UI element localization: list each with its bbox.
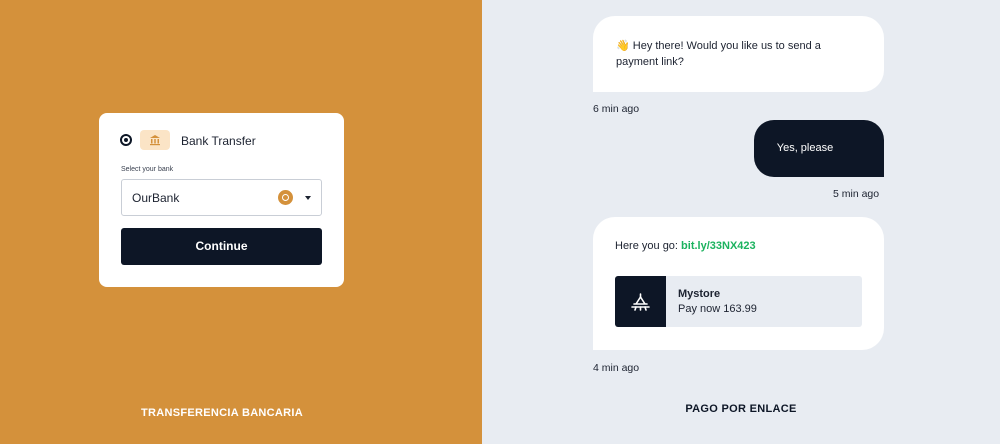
payment-preview-card[interactable]: Mystore Pay now 163.99 (615, 276, 862, 327)
store-logo-icon (615, 276, 666, 327)
outgoing-message: Yes, please (754, 120, 884, 177)
message-prefix: Here you go: (615, 240, 682, 252)
payment-option-label: Bank Transfer (181, 134, 256, 148)
bank-select-value: OurBank (132, 191, 180, 205)
message-timestamp: 5 min ago (833, 188, 880, 200)
payment-method-card: Bank Transfer Select your bank OurBank C… (99, 113, 344, 287)
bank-select[interactable]: OurBank (121, 179, 322, 216)
pay-now-amount: Pay now 163.99 (678, 303, 757, 315)
bank-transfer-panel: Bank Transfer Select your bank OurBank C… (0, 0, 482, 444)
message-timestamp: 6 min ago (593, 103, 640, 115)
incoming-message: 👋 Hey there! Would you like us to send a… (593, 16, 884, 92)
select-bank-label: Select your bank (121, 166, 174, 173)
message-timestamp: 4 min ago (593, 362, 640, 374)
payment-link[interactable]: bit.ly/33NX423 (681, 240, 756, 252)
payment-link-panel: 👋 Hey there! Would you like us to send a… (482, 0, 1000, 444)
message-text: Here you go: bit.ly/33NX423 (615, 240, 756, 253)
message-text: Yes, please (776, 142, 834, 154)
continue-button[interactable]: Continue (121, 228, 322, 265)
bank-transfer-radio[interactable] (120, 134, 132, 146)
bank-logo-icon (278, 190, 293, 205)
bank-transfer-caption: TRANSFERENCIA BANCARIA (140, 407, 304, 419)
chevron-down-icon (305, 196, 311, 200)
payment-link-caption: PAGO POR ENLACE (685, 403, 797, 415)
message-text: 👋 Hey there! Would you like us to send a… (616, 40, 821, 68)
bank-icon (140, 130, 170, 150)
incoming-message: Here you go: bit.ly/33NX423 Mystore Pay … (593, 217, 884, 350)
store-name: Mystore (678, 288, 721, 300)
